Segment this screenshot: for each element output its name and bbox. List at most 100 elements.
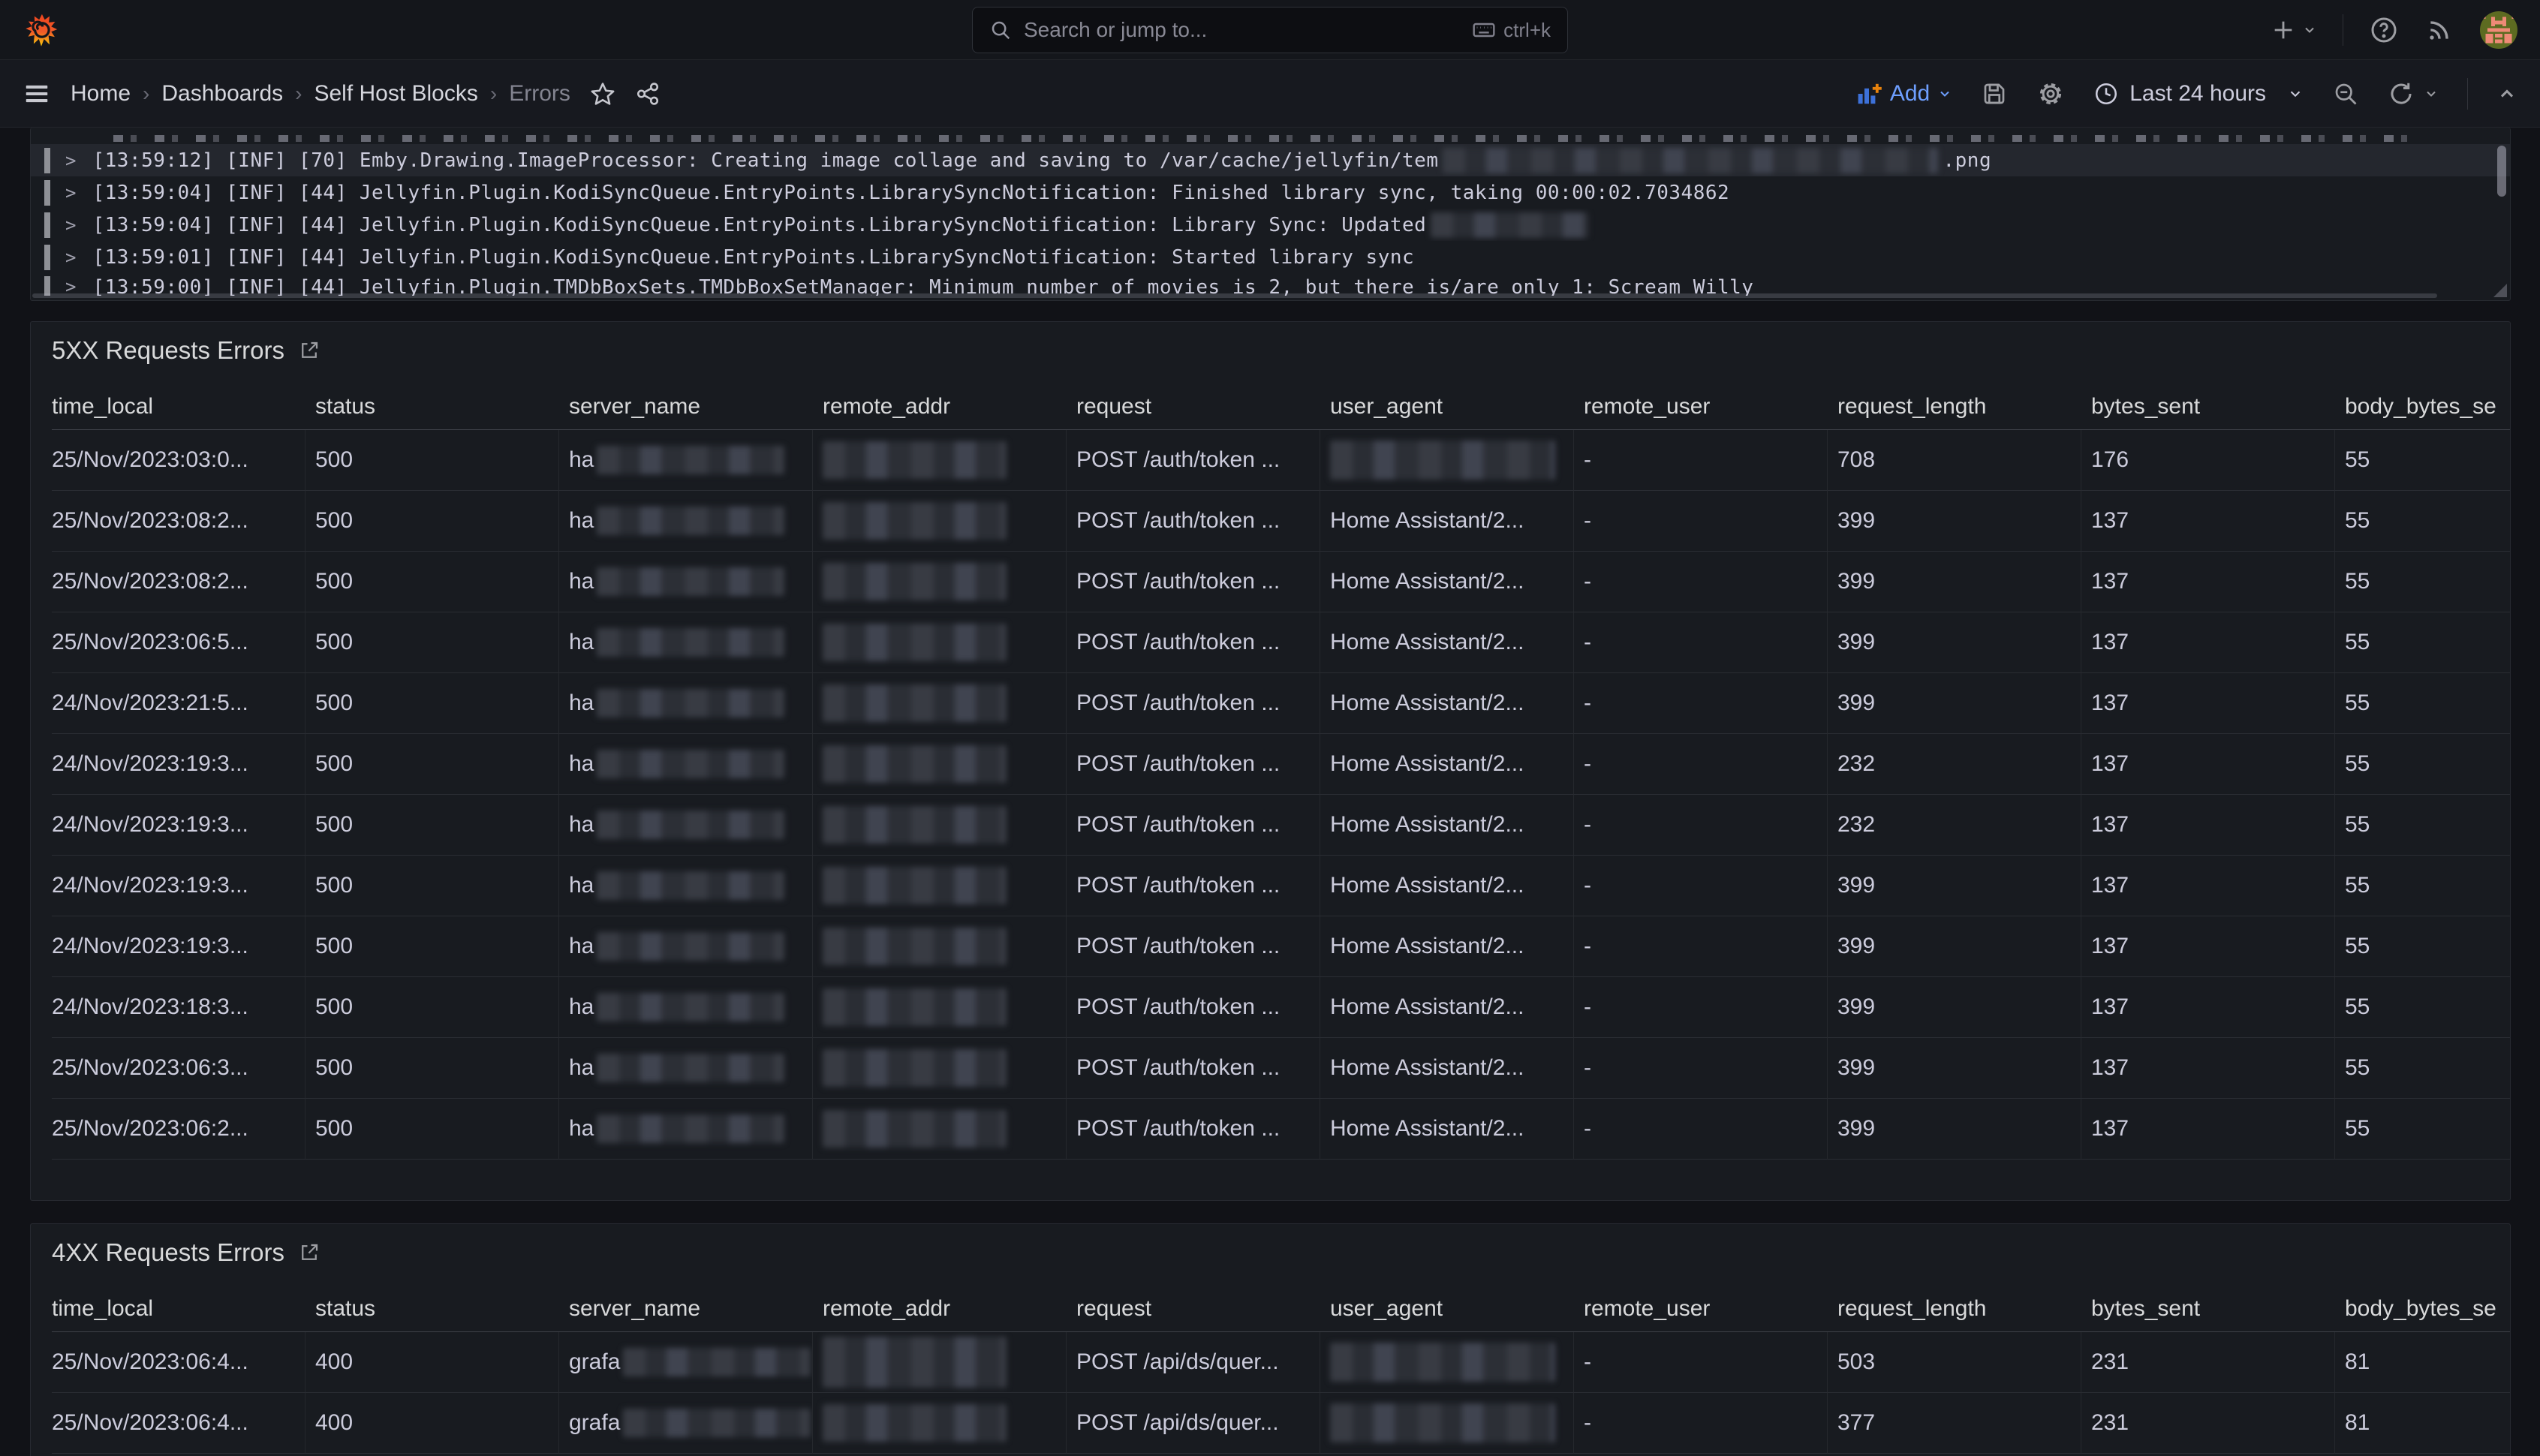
column-header-body_bytes_se[interactable]: body_bytes_se — [2335, 1286, 2511, 1332]
column-header-remote_addr[interactable]: remote_addr — [813, 384, 1067, 430]
cell-request: POST /auth/token ... — [1067, 977, 1320, 1038]
search-icon — [989, 19, 1012, 41]
cell-bytes_sent: 137 — [2081, 916, 2335, 977]
column-header-remote_addr[interactable]: remote_addr — [813, 1286, 1067, 1332]
redacted-blur — [823, 502, 1007, 540]
cell-request: POST /auth/token ... — [1067, 491, 1320, 552]
cell-body_bytes_se: 55 — [2335, 1099, 2511, 1160]
column-header-user_agent[interactable]: user_agent — [1320, 1286, 1574, 1332]
column-header-bytes_sent[interactable]: bytes_sent — [2081, 384, 2335, 430]
external-link-icon[interactable] — [298, 339, 321, 362]
zoom-out-icon[interactable] — [2332, 80, 2359, 107]
add-button[interactable]: Add — [1855, 80, 1952, 107]
column-header-bytes_sent[interactable]: bytes_sent — [2081, 1286, 2335, 1332]
vertical-scrollbar[interactable] — [2497, 146, 2506, 197]
log-row[interactable]: >[13:59:01] [INF] [44] Jellyfin.Plugin.K… — [31, 241, 2510, 273]
cell-bytes_sent: 137 — [2081, 612, 2335, 673]
external-link-icon[interactable] — [298, 1241, 321, 1264]
cell-remote_user: - — [1574, 1332, 1828, 1393]
cell-request_length: 399 — [1828, 916, 2081, 977]
cell-text: ha — [569, 812, 594, 838]
cell-body_bytes_se: 55 — [2335, 612, 2511, 673]
log-row[interactable]: >[13:59:04] [INF] [44] Jellyfin.Plugin.K… — [31, 176, 2510, 209]
log-level-bar — [44, 245, 50, 270]
expand-chevron-icon[interactable]: > — [65, 247, 76, 268]
panel-title[interactable]: 5XX Requests Errors — [52, 336, 284, 365]
cell-time_local: 24/Nov/2023:19:3... — [52, 734, 305, 795]
cell-request_length: 377 — [1828, 1393, 2081, 1454]
expand-chevron-icon[interactable]: > — [65, 150, 76, 171]
table-row: 25/Nov/2023:03:0...500haPOST /auth/token… — [52, 430, 2511, 491]
collapse-up-icon[interactable] — [2496, 83, 2517, 104]
menu-hamburger-icon[interactable] — [23, 80, 51, 108]
column-header-request[interactable]: request — [1067, 384, 1320, 430]
cell-remote_user: - — [1574, 795, 1828, 856]
star-favorite-icon[interactable] — [590, 81, 615, 107]
cell-body_bytes_se: 55 — [2335, 552, 2511, 612]
redacted-blur — [623, 1409, 811, 1437]
table-header-row: time_localstatusserver_nameremote_addrre… — [52, 1286, 2511, 1332]
panel-5xx-requests-errors: 5XX Requests Errors time_localstatusserv… — [30, 321, 2511, 1201]
panel-resize-handle[interactable] — [2493, 284, 2507, 297]
help-icon[interactable] — [2369, 15, 2399, 45]
column-header-server_name[interactable]: server_name — [559, 384, 813, 430]
breadcrumb-item-dashboards[interactable]: Dashboards — [161, 81, 283, 107]
cell-time_local: 24/Nov/2023:18:3... — [52, 977, 305, 1038]
column-header-status[interactable]: status — [305, 1286, 559, 1332]
cell-remote_addr — [813, 1393, 1067, 1454]
redacted-blur — [597, 1054, 784, 1082]
breadcrumb-separator: › — [295, 82, 302, 106]
search-input[interactable]: Search or jump to... ctrl+k — [972, 7, 1568, 53]
cell-server_name: grafa — [559, 1332, 813, 1393]
column-header-time_local[interactable]: time_local — [52, 384, 305, 430]
news-rss-icon[interactable] — [2424, 15, 2454, 45]
column-header-request_length[interactable]: request_length — [1828, 384, 2081, 430]
cell-text: ha — [569, 630, 594, 655]
cell-user_agent: Home Assistant/2... — [1320, 673, 1574, 734]
expand-chevron-icon[interactable]: > — [65, 215, 76, 236]
time-range-picker[interactable]: Last 24 hours — [2093, 81, 2304, 107]
cell-user_agent: Home Assistant/2... — [1320, 552, 1574, 612]
share-icon[interactable] — [635, 81, 661, 107]
cell-request: POST /auth/token ... — [1067, 430, 1320, 491]
cell-body_bytes_se: 81 — [2335, 1393, 2511, 1454]
settings-gear-icon[interactable] — [2036, 80, 2065, 108]
column-header-body_bytes_se[interactable]: body_bytes_se — [2335, 384, 2511, 430]
cell-request_length: 399 — [1828, 491, 2081, 552]
log-row[interactable]: >[13:59:12] [INF] [70] Emby.Drawing.Imag… — [31, 144, 2510, 176]
column-header-request_length[interactable]: request_length — [1828, 1286, 2081, 1332]
cell-server_name: ha — [559, 977, 813, 1038]
plus-icon — [2271, 17, 2296, 43]
breadcrumb-item-self-host-blocks[interactable]: Self Host Blocks — [314, 81, 477, 107]
column-header-status[interactable]: status — [305, 384, 559, 430]
panel-title[interactable]: 4XX Requests Errors — [52, 1238, 284, 1267]
save-dashboard-icon[interactable] — [1981, 80, 2008, 107]
cell-time_local: 25/Nov/2023:06:2... — [52, 1099, 305, 1160]
new-button[interactable] — [2271, 17, 2317, 43]
column-header-server_name[interactable]: server_name — [559, 1286, 813, 1332]
time-range-label: Last 24 hours — [2129, 81, 2266, 107]
refresh-button[interactable] — [2388, 80, 2439, 107]
log-row[interactable]: >[13:59:00] [INF] [44] Jellyfin.Plugin.T… — [31, 273, 2510, 296]
cell-server_name: ha — [559, 430, 813, 491]
cell-bytes_sent: 231 — [2081, 1332, 2335, 1393]
column-header-time_local[interactable]: time_local — [52, 1286, 305, 1332]
column-header-remote_user[interactable]: remote_user — [1574, 1286, 1828, 1332]
column-header-remote_user[interactable]: remote_user — [1574, 384, 1828, 430]
expand-chevron-icon[interactable]: > — [65, 182, 76, 203]
cell-remote_addr — [813, 552, 1067, 612]
grafana-logo-icon[interactable] — [24, 13, 59, 47]
column-header-user_agent[interactable]: user_agent — [1320, 384, 1574, 430]
redacted-blur — [597, 871, 784, 900]
cell-remote_addr — [813, 916, 1067, 977]
cell-request_length: 399 — [1828, 612, 2081, 673]
breadcrumb-item-home[interactable]: Home — [71, 81, 131, 107]
log-row[interactable]: >[13:59:04] [INF] [44] Jellyfin.Plugin.K… — [31, 209, 2510, 241]
cell-body_bytes_se: 55 — [2335, 734, 2511, 795]
shortcut-label: ctrl+k — [1503, 19, 1551, 42]
redacted-blur — [597, 446, 784, 474]
cell-text: ha — [569, 690, 594, 716]
horizontal-scrollbar[interactable] — [32, 293, 2437, 298]
column-header-request[interactable]: request — [1067, 1286, 1320, 1332]
user-avatar[interactable] — [2480, 11, 2517, 49]
